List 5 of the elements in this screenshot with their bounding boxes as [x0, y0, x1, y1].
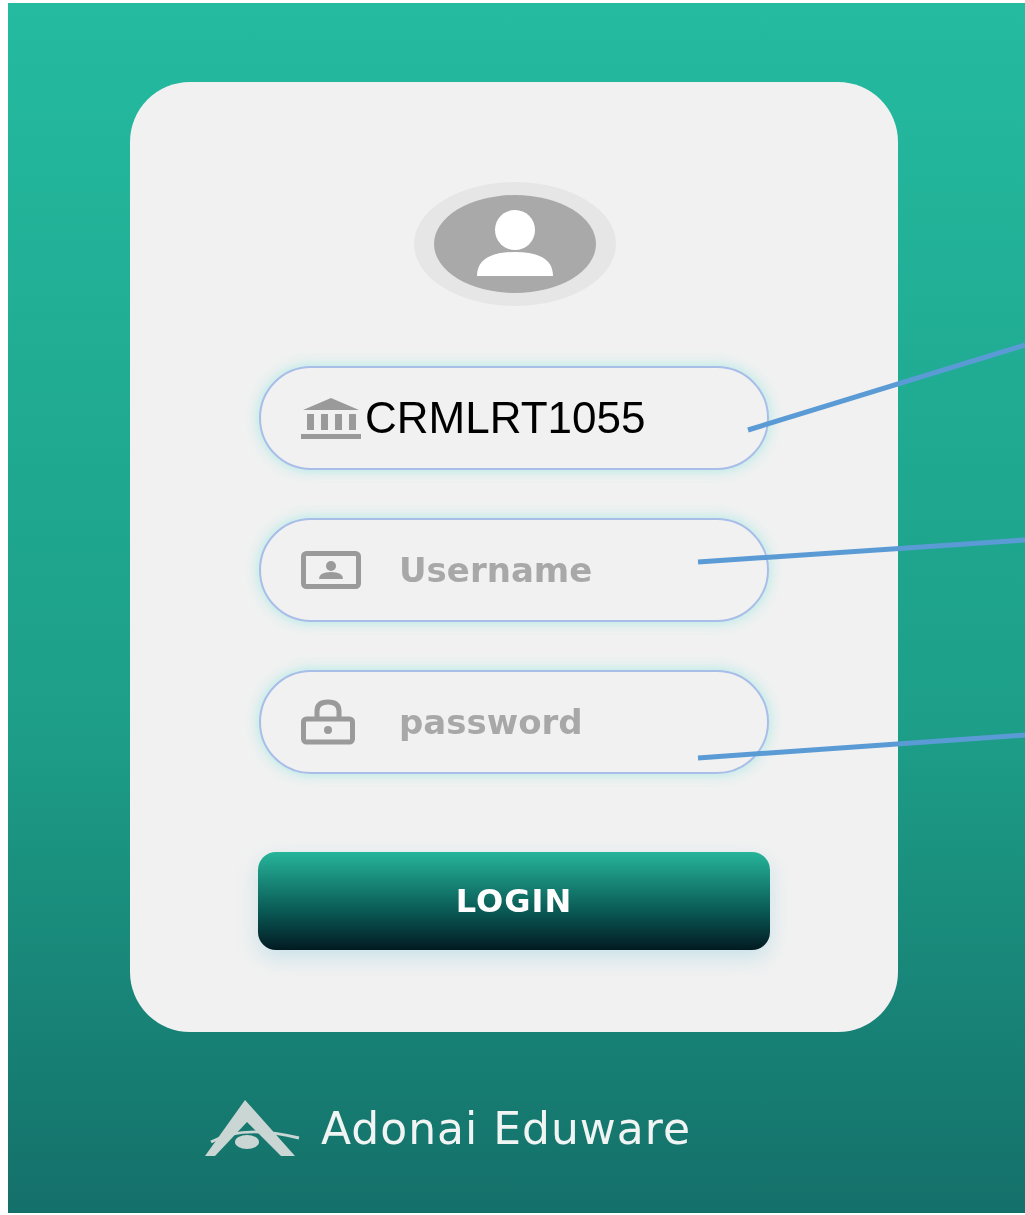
login-button[interactable]: LOGIN: [258, 852, 770, 950]
brand-name: Adonai Eduware: [321, 1102, 691, 1154]
password-field[interactable]: password: [259, 670, 769, 774]
school-code-field[interactable]: CRMLRT1055: [259, 366, 769, 470]
username-field[interactable]: Username: [259, 518, 769, 622]
